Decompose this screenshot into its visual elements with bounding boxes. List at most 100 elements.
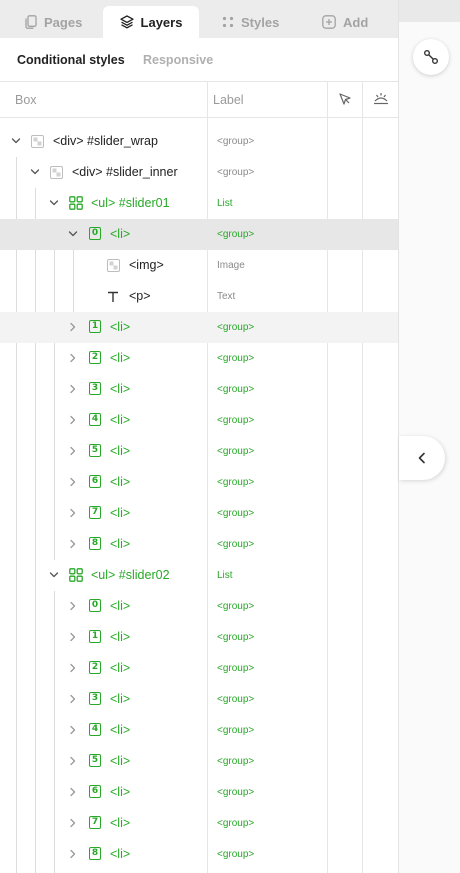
tab-layers-label: Layers — [140, 14, 183, 30]
chevron-right-icon[interactable] — [68, 601, 78, 611]
tab-styles[interactable]: Styles — [222, 6, 292, 38]
chevron-right-icon[interactable] — [68, 415, 78, 425]
chevron-down-icon[interactable] — [49, 198, 59, 208]
layer-row[interactable]: 2 <li> <group> — [0, 653, 398, 684]
layer-label: <group> — [217, 601, 255, 612]
layers-icon — [119, 15, 134, 29]
chevron-right-icon[interactable] — [68, 477, 78, 487]
chevron-right-icon[interactable] — [68, 694, 78, 704]
layer-row[interactable]: 8 <li> <group> — [0, 529, 398, 560]
layer-label: <group> — [217, 787, 255, 798]
layer-row[interactable]: <div> #slider_inner <group> — [0, 157, 398, 188]
visibility-icon[interactable] — [373, 92, 389, 106]
layer-name: <ul> #slider01 — [91, 196, 170, 210]
layer-name: <li> — [110, 413, 131, 427]
pointer-icon[interactable] — [338, 92, 352, 106]
index-badge: 3 — [89, 692, 101, 705]
layer-name: <li> — [110, 506, 131, 520]
layer-row[interactable]: 4 <li> <group> — [0, 715, 398, 746]
layer-label: <group> — [217, 136, 255, 147]
layer-label: <group> — [217, 167, 255, 178]
chevron-right-icon[interactable] — [68, 663, 78, 673]
layer-name: <li> — [110, 661, 131, 675]
layer-row[interactable]: 2 <li> <group> — [0, 343, 398, 374]
panel-tabbar: Pages Layers Styles Add — [0, 0, 398, 38]
chevron-right-icon[interactable] — [68, 632, 78, 642]
chevron-right-icon[interactable] — [68, 787, 78, 797]
chevron-down-icon[interactable] — [30, 167, 40, 177]
layer-row[interactable]: <div> #slider_wrap <group> — [0, 126, 398, 157]
layer-row[interactable]: <ul> #slider01 List — [0, 188, 398, 219]
layer-row[interactable]: 5 <li> <group> — [0, 746, 398, 777]
layer-name: <p> — [129, 289, 151, 303]
connect-icon — [424, 50, 438, 64]
subtabs: Conditional styles Responsive — [0, 38, 398, 82]
tab-layers[interactable]: Layers — [103, 6, 199, 38]
layer-label: <group> — [217, 415, 255, 426]
chevron-right-icon[interactable] — [68, 725, 78, 735]
collapse-panel-button[interactable] — [399, 436, 445, 480]
index-badge: 4 — [89, 413, 101, 426]
layer-row[interactable]: 1 <li> <group> — [0, 622, 398, 653]
tab-add[interactable]: Add — [322, 6, 382, 38]
index-badge: 7 — [89, 506, 101, 519]
chevron-down-icon[interactable] — [49, 570, 59, 580]
layer-name: <li> — [110, 444, 131, 458]
index-badge: 4 — [89, 723, 101, 736]
index-badge: 3 — [89, 382, 101, 395]
chevron-right-icon[interactable] — [68, 849, 78, 859]
layer-name: <li> — [110, 754, 131, 768]
layer-label: <group> — [217, 322, 255, 333]
tab-styles-label: Styles — [241, 14, 280, 30]
layer-name: <li> — [110, 227, 131, 241]
connect-button[interactable] — [413, 39, 449, 75]
index-badge: 5 — [89, 444, 101, 457]
chevron-right-icon[interactable] — [68, 384, 78, 394]
box-icon — [31, 135, 44, 148]
layer-row[interactable]: 7 <li> <group> — [0, 808, 398, 839]
layer-name: <li> — [110, 351, 131, 365]
layer-name: <li> — [110, 847, 131, 861]
index-badge: 6 — [89, 475, 101, 488]
layer-row[interactable]: 6 <li> <group> — [0, 467, 398, 498]
index-badge: 0 — [89, 227, 101, 240]
layer-row[interactable]: <p> Text — [0, 281, 398, 312]
layer-name: <li> — [110, 723, 131, 737]
chevron-down-icon[interactable] — [68, 229, 78, 239]
chevron-right-icon[interactable] — [68, 508, 78, 518]
layer-row[interactable]: <img> Image — [0, 250, 398, 281]
tab-pages-label: Pages — [44, 14, 83, 30]
layer-row[interactable]: 4 <li> <group> — [0, 405, 398, 436]
layer-name: <li> — [110, 630, 131, 644]
tab-pages[interactable]: Pages — [25, 6, 95, 38]
layer-row[interactable]: <ul> #slider02 List — [0, 560, 398, 591]
layer-label: <group> — [217, 849, 255, 860]
column-label: Label — [213, 93, 244, 107]
layer-label: <group> — [217, 818, 255, 829]
chevron-right-icon[interactable] — [68, 539, 78, 549]
index-badge: 8 — [89, 847, 101, 860]
layer-row[interactable]: 3 <li> <group> — [0, 684, 398, 715]
layer-row[interactable]: 7 <li> <group> — [0, 498, 398, 529]
layer-row[interactable]: 8 <li> <group> — [0, 839, 398, 870]
add-icon — [322, 15, 336, 29]
layer-label: Text — [217, 291, 236, 302]
chevron-right-icon[interactable] — [68, 322, 78, 332]
chevron-right-icon[interactable] — [68, 446, 78, 456]
layer-label: <group> — [217, 694, 255, 705]
chevron-right-icon[interactable] — [68, 756, 78, 766]
layer-row[interactable]: 6 <li> <group> — [0, 777, 398, 808]
chevron-right-icon[interactable] — [68, 818, 78, 828]
layer-row[interactable]: 0 <li> <group> — [0, 219, 398, 250]
layer-row[interactable]: 1 <li> <group> — [0, 312, 398, 343]
box-icon — [50, 166, 63, 179]
tab-add-label: Add — [343, 14, 369, 30]
subtab-responsive[interactable]: Responsive — [143, 53, 213, 67]
layer-row[interactable]: 5 <li> <group> — [0, 436, 398, 467]
chevron-right-icon[interactable] — [68, 353, 78, 363]
chevron-down-icon[interactable] — [11, 136, 21, 146]
layer-row[interactable]: 0 <li> <group> — [0, 591, 398, 622]
layer-name: <div> #slider_inner — [72, 165, 178, 179]
layer-row[interactable]: 3 <li> <group> — [0, 374, 398, 405]
subtab-conditional-styles[interactable]: Conditional styles — [17, 53, 125, 67]
